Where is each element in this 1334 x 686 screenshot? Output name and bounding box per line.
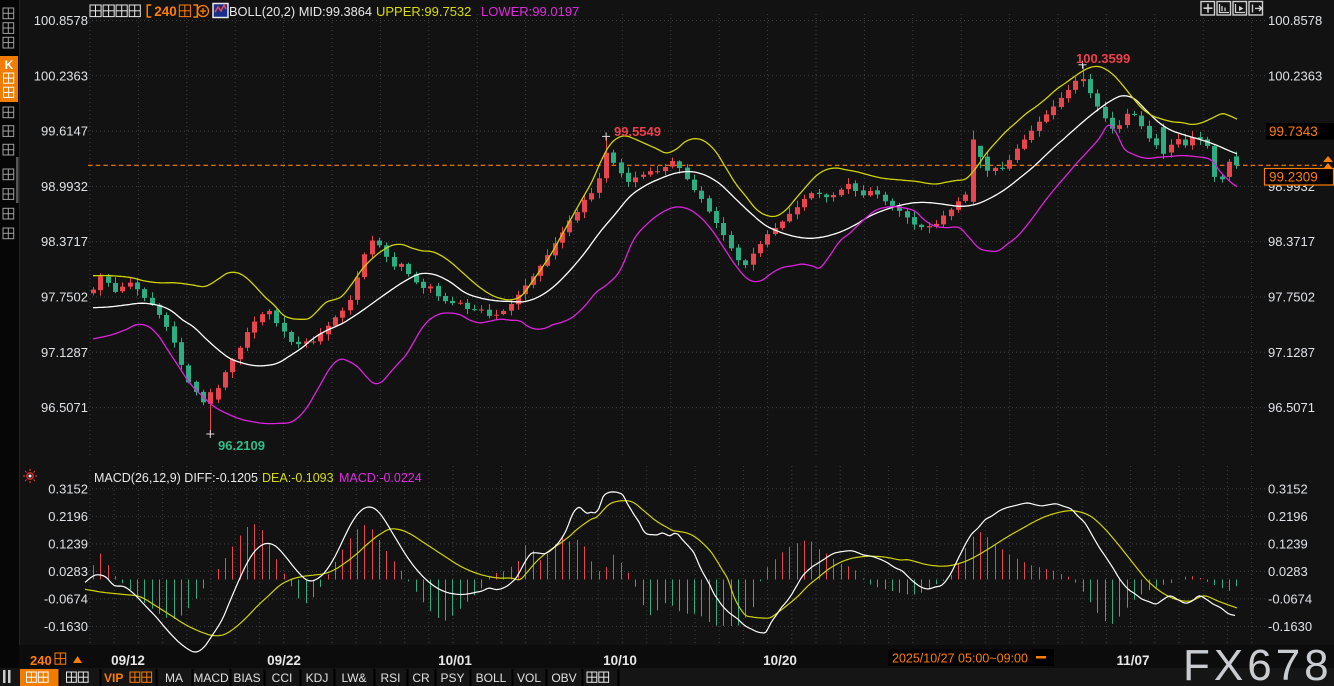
svg-text:VOL: VOL: [517, 671, 541, 685]
svg-text:09/22: 09/22: [267, 653, 301, 668]
svg-text:10/01: 10/01: [438, 653, 472, 668]
svg-text:0.0283: 0.0283: [48, 564, 88, 579]
svg-text:98.9932: 98.9932: [41, 179, 88, 194]
svg-text:100.3599: 100.3599: [1076, 51, 1130, 66]
svg-text:100.8578: 100.8578: [1268, 13, 1322, 28]
svg-text:97.1287: 97.1287: [41, 345, 88, 360]
svg-text:0.2196: 0.2196: [1268, 509, 1308, 524]
svg-text:96.5071: 96.5071: [1268, 400, 1315, 415]
svg-text:-0.1630: -0.1630: [44, 619, 88, 634]
svg-text:98.3717: 98.3717: [41, 234, 88, 249]
svg-text:99.7343: 99.7343: [1269, 124, 1318, 139]
svg-text:MACD: MACD: [193, 671, 229, 685]
svg-text:BOLL: BOLL: [476, 671, 507, 685]
svg-text:0.1239: 0.1239: [48, 536, 88, 551]
svg-text:CR: CR: [412, 671, 430, 685]
svg-text:LW&: LW&: [341, 671, 366, 685]
svg-text:0.3152: 0.3152: [1268, 481, 1308, 496]
svg-text:97.1287: 97.1287: [1268, 345, 1315, 360]
svg-text:11/07: 11/07: [1116, 653, 1149, 668]
svg-text:97.7502: 97.7502: [1268, 290, 1315, 305]
svg-text:2025/10/27 05:00~09:00: 2025/10/27 05:00~09:00: [892, 652, 1028, 666]
svg-text:0.0283: 0.0283: [1268, 564, 1308, 579]
svg-text:09/12: 09/12: [111, 653, 145, 668]
svg-text:100.2363: 100.2363: [34, 68, 88, 83]
svg-text:96.2109: 96.2109: [218, 438, 265, 453]
svg-text:99.5549: 99.5549: [614, 124, 661, 139]
svg-text:99.6147: 99.6147: [41, 124, 88, 139]
svg-text:10/10: 10/10: [603, 653, 637, 668]
svg-text:OBV: OBV: [551, 671, 576, 685]
svg-text:97.7502: 97.7502: [41, 290, 88, 305]
svg-text:RSI: RSI: [380, 671, 400, 685]
svg-text:99.2309: 99.2309: [1269, 170, 1318, 185]
svg-text:KDJ: KDJ: [306, 671, 329, 685]
svg-text:K: K: [5, 58, 14, 72]
svg-text:-0.0674: -0.0674: [44, 591, 88, 606]
svg-text:PSY: PSY: [440, 671, 464, 685]
svg-text:0.3152: 0.3152: [48, 481, 88, 496]
svg-text:FX678: FX678: [1183, 641, 1333, 686]
svg-text:MA: MA: [165, 671, 183, 685]
svg-text:10/20: 10/20: [763, 653, 797, 668]
svg-text:98.3717: 98.3717: [1268, 234, 1315, 249]
svg-text:100.8578: 100.8578: [34, 13, 88, 28]
svg-text:MACD:-0.0224: MACD:-0.0224: [339, 471, 422, 485]
svg-text:-0.0674: -0.0674: [1268, 591, 1312, 606]
svg-text:BIAS: BIAS: [233, 671, 260, 685]
svg-text:VIP: VIP: [104, 671, 123, 685]
svg-text:CCI: CCI: [272, 671, 293, 685]
svg-text:240: 240: [30, 653, 52, 668]
svg-text:LOWER:99.0197: LOWER:99.0197: [481, 4, 579, 19]
svg-text:UPPER:99.7532: UPPER:99.7532: [376, 4, 471, 19]
svg-text:BOLL(20,2) MID:99.3864: BOLL(20,2) MID:99.3864: [229, 4, 372, 19]
svg-text:DEA:-0.1093: DEA:-0.1093: [262, 471, 334, 485]
svg-text:MACD(26,12,9) DIFF:-0.1205: MACD(26,12,9) DIFF:-0.1205: [94, 471, 258, 485]
svg-text:0.1239: 0.1239: [1268, 536, 1308, 551]
svg-text:0.2196: 0.2196: [48, 509, 88, 524]
svg-text:240: 240: [154, 4, 177, 19]
svg-text:-0.1630: -0.1630: [1268, 619, 1312, 634]
svg-text:96.5071: 96.5071: [41, 400, 88, 415]
svg-text:100.2363: 100.2363: [1268, 68, 1322, 83]
